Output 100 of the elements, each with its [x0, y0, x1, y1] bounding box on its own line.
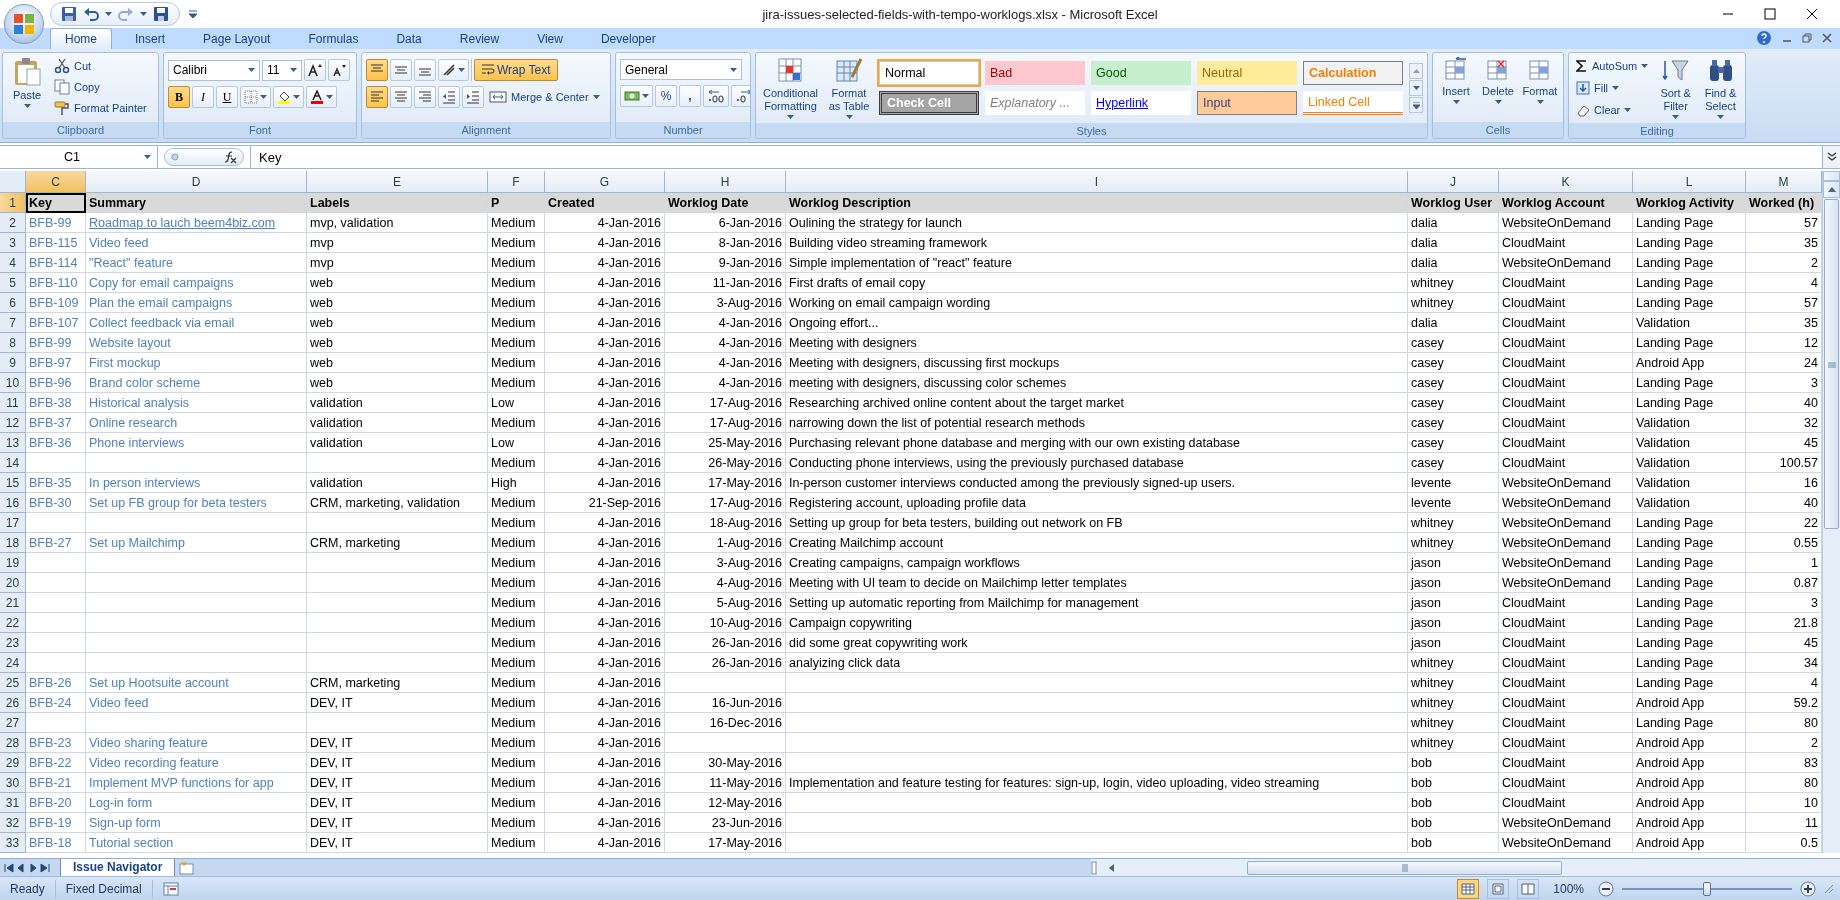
- column-letter[interactable]: D: [86, 171, 307, 194]
- save-icon[interactable]: [61, 6, 77, 23]
- row-number[interactable]: 19: [0, 553, 26, 574]
- save-icon[interactable]: [153, 6, 169, 23]
- scroll-left-icon[interactable]: [1107, 862, 1117, 873]
- column-letter[interactable]: J: [1408, 171, 1499, 194]
- row-number[interactable]: 1: [0, 193, 26, 214]
- cell-style-option[interactable]: Good: [1091, 61, 1191, 86]
- row-number[interactable]: 2: [0, 213, 26, 234]
- view-button[interactable]: [1457, 878, 1480, 899]
- zoom-out-icon[interactable]: [1598, 880, 1614, 897]
- ribbon-tab[interactable]: Formulas: [293, 28, 374, 50]
- horizontal-align-button[interactable]: [390, 86, 412, 109]
- row-number[interactable]: 18: [0, 533, 26, 554]
- merge-center-button[interactable]: Merge & Center: [486, 87, 603, 108]
- name-box[interactable]: C1: [0, 146, 158, 169]
- wrap-text-button[interactable]: Wrap Text: [474, 59, 558, 82]
- comma-button[interactable]: ,: [679, 85, 701, 108]
- row-number[interactable]: 31: [0, 793, 26, 814]
- vertical-align-button[interactable]: [390, 59, 412, 82]
- copy-button[interactable]: Copy: [51, 77, 150, 98]
- maximize-icon[interactable]: [1764, 8, 1776, 21]
- percent-button[interactable]: %: [655, 85, 677, 108]
- row-number[interactable]: 12: [0, 413, 26, 434]
- format-as-table-button[interactable]: Format as Table: [825, 56, 873, 121]
- number-format-dropdown[interactable]: General: [620, 59, 742, 81]
- autosum-button[interactable]: AutoSum: [1573, 56, 1652, 77]
- row-number[interactable]: 23: [0, 633, 26, 654]
- sheet-nav-icon[interactable]: [4, 862, 14, 873]
- column-letter[interactable]: G: [545, 171, 665, 194]
- split-handle-icon[interactable]: [1091, 860, 1097, 875]
- ribbon-tab[interactable]: Developer: [585, 28, 671, 50]
- column-letter[interactable]: E: [307, 171, 488, 194]
- row-number[interactable]: 7: [0, 313, 26, 334]
- sheet-tab[interactable]: Issue Navigator: [60, 858, 176, 877]
- view-button[interactable]: [1517, 878, 1540, 899]
- shrink-font-button[interactable]: [328, 59, 350, 82]
- row-number[interactable]: 26: [0, 693, 26, 714]
- horizontal-align-button[interactable]: [414, 86, 436, 109]
- row-number[interactable]: 16: [0, 493, 26, 514]
- italic-button[interactable]: I: [192, 86, 214, 109]
- grow-font-button[interactable]: [304, 59, 326, 82]
- cell-style-option[interactable]: Input: [1197, 91, 1297, 116]
- ribbon-tab[interactable]: Data: [381, 28, 437, 50]
- orientation-button[interactable]: [438, 59, 469, 82]
- scroll-up-button[interactable]: [1823, 181, 1840, 199]
- sheet-nav-icon[interactable]: [28, 862, 38, 873]
- row-number[interactable]: 22: [0, 613, 26, 634]
- row-number[interactable]: 9: [0, 353, 26, 374]
- sheet-nav-icon[interactable]: [16, 862, 26, 873]
- column-letter[interactable]: I: [786, 171, 1408, 194]
- cell-style-option[interactable]: Bad: [985, 61, 1085, 86]
- format-cells-button[interactable]: Format: [1521, 56, 1559, 120]
- ribbon-tab[interactable]: Insert: [120, 28, 181, 50]
- decrease-decimal-button[interactable]: [731, 85, 750, 108]
- close-icon[interactable]: [1806, 8, 1818, 21]
- font-size-dropdown[interactable]: 11: [262, 59, 302, 81]
- column-letter[interactable]: C: [26, 171, 86, 194]
- row-number[interactable]: 15: [0, 473, 26, 494]
- row-number[interactable]: 13: [0, 433, 26, 454]
- paste-button[interactable]: Paste: [7, 56, 47, 120]
- format-painter-button[interactable]: Format Painter: [51, 98, 150, 119]
- insert-cells-button[interactable]: Insert: [1437, 56, 1475, 120]
- zoom-slider-thumb[interactable]: [1703, 881, 1711, 896]
- scroll-up-button[interactable]: [1409, 63, 1423, 80]
- cell-style-option[interactable]: Normal: [879, 61, 979, 86]
- cell-style-option[interactable]: Neutral: [1197, 61, 1297, 86]
- ribbon-tab[interactable]: View: [522, 28, 578, 50]
- column-letter[interactable]: M: [1746, 171, 1822, 194]
- ribbon-tab[interactable]: Home: [50, 28, 112, 50]
- restore-icon[interactable]: [1802, 33, 1812, 44]
- undo-icon[interactable]: [83, 6, 99, 23]
- row-number[interactable]: 28: [0, 733, 26, 754]
- row-number[interactable]: 3: [0, 233, 26, 254]
- row-number[interactable]: 25: [0, 673, 26, 694]
- ribbon-tab[interactable]: Review: [444, 28, 515, 50]
- row-number[interactable]: 4: [0, 253, 26, 274]
- sheet-nav-icon[interactable]: [40, 862, 50, 873]
- fill-color-button[interactable]: [273, 86, 304, 109]
- expand-button[interactable]: [1822, 146, 1840, 169]
- row-number[interactable]: 10: [0, 373, 26, 394]
- sort-filter-button[interactable]: Sort & Filter: [1655, 56, 1697, 121]
- cut-button[interactable]: Cut: [51, 56, 150, 77]
- row-number[interactable]: 29: [0, 753, 26, 774]
- row-number[interactable]: 20: [0, 573, 26, 594]
- row-number[interactable]: 6: [0, 293, 26, 314]
- horizontal-align-button[interactable]: [366, 86, 388, 109]
- split-handle[interactable]: [1823, 171, 1840, 182]
- row-number[interactable]: 33: [0, 833, 26, 854]
- function-icon[interactable]: [223, 150, 237, 165]
- delete-cells-button[interactable]: Delete: [1479, 56, 1517, 120]
- row-number[interactable]: 14: [0, 453, 26, 474]
- help-icon[interactable]: [1756, 30, 1772, 47]
- row-number[interactable]: 11: [0, 393, 26, 414]
- customize-menu-icon[interactable]: [188, 9, 198, 20]
- row-number[interactable]: 32: [0, 813, 26, 834]
- row-number[interactable]: 30: [0, 773, 26, 794]
- find-select-button[interactable]: Find & Select: [1700, 56, 1741, 121]
- ribbon-tab[interactable]: Page Layout: [188, 28, 286, 50]
- column-letter[interactable]: K: [1499, 171, 1633, 194]
